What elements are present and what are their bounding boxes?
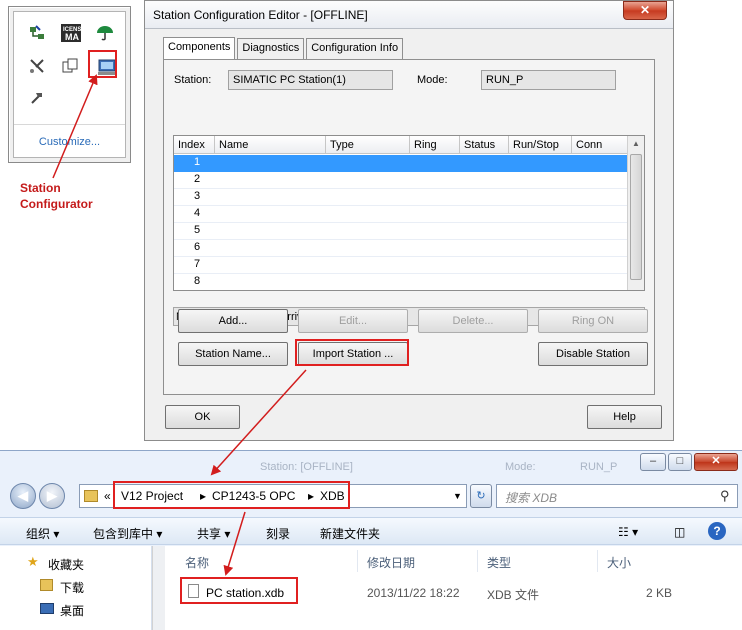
annotation-arrows [52,74,307,576]
arrow-to-address-bar [210,369,307,476]
tutorial-screenshot: ICENSEMA Customize... Station Configu [0,0,742,630]
arrow-to-file [223,511,246,576]
arrow-to-station-configurator [52,74,98,179]
